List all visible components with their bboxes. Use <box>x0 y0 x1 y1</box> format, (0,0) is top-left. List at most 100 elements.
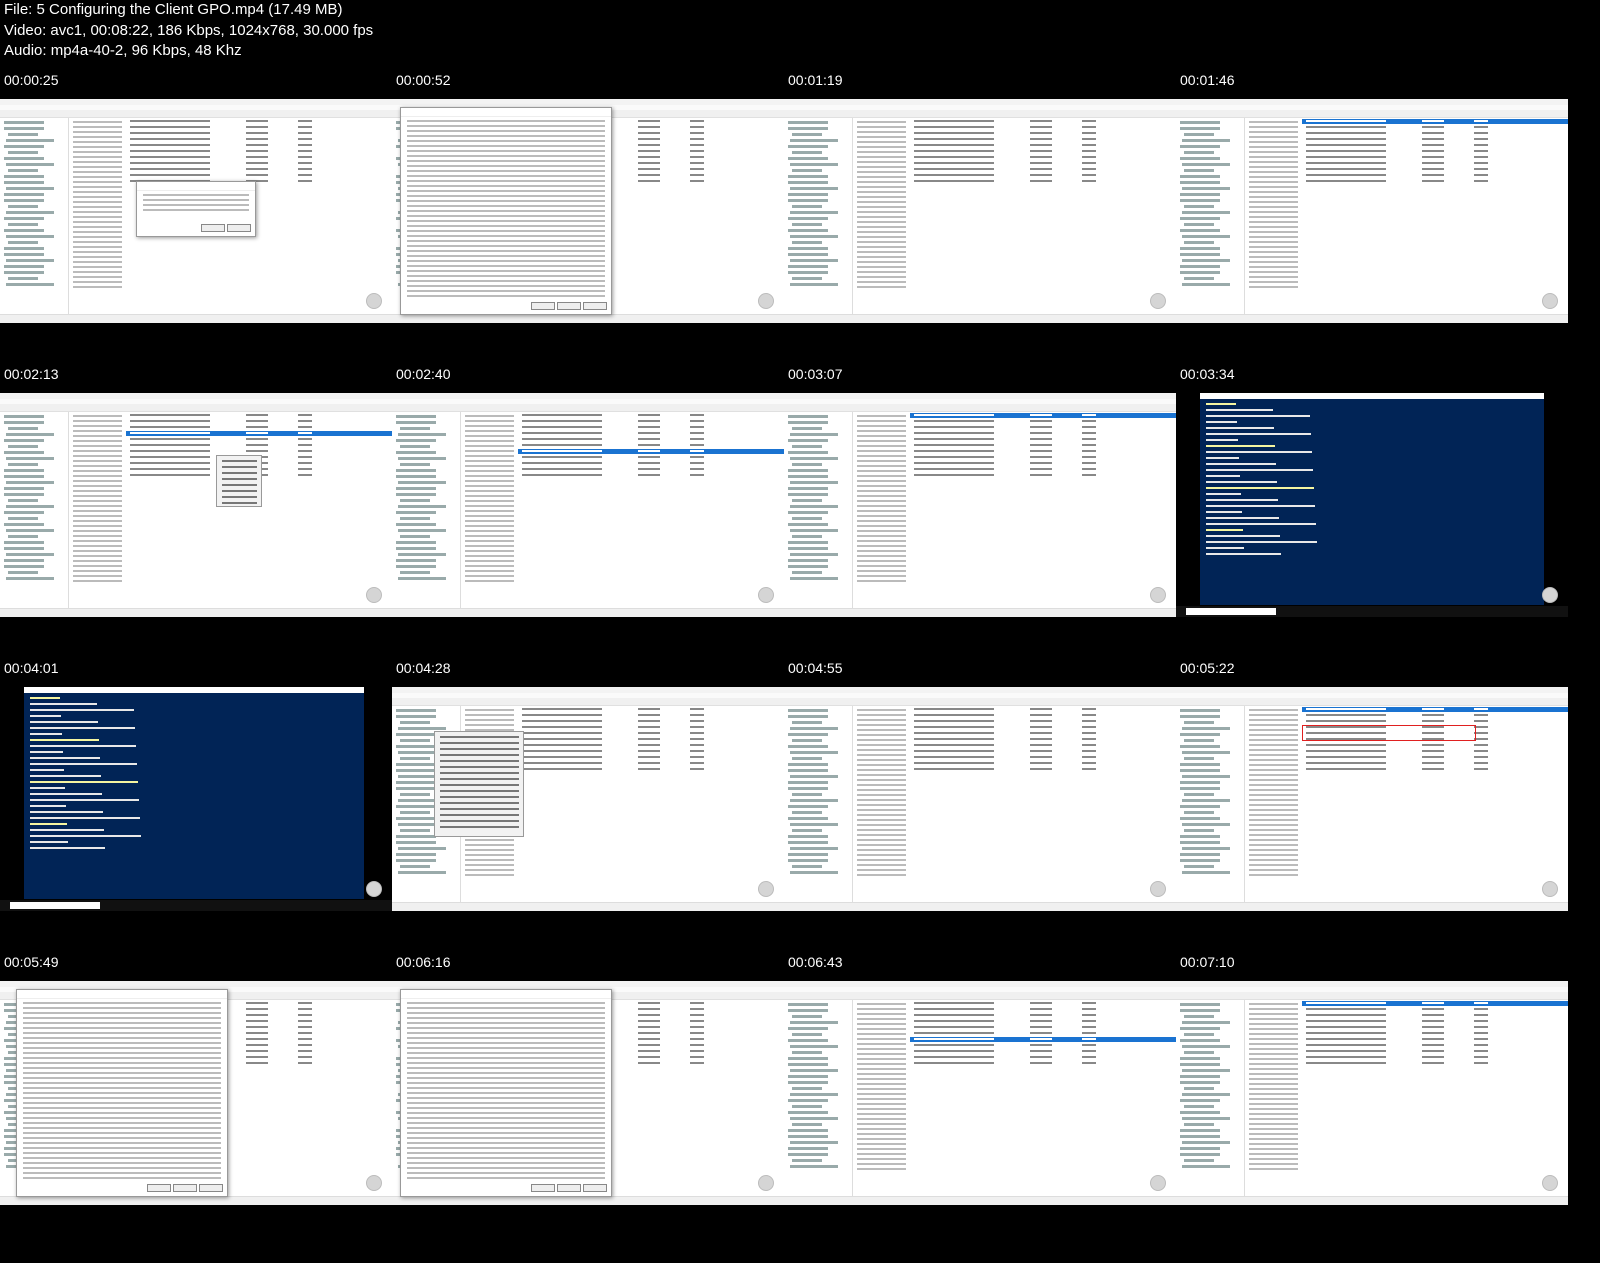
settings-row[interactable] <box>518 443 784 448</box>
settings-row[interactable] <box>910 1001 1176 1006</box>
apply-button[interactable] <box>199 1184 223 1192</box>
navigation-tree[interactable] <box>1176 1000 1245 1197</box>
settings-row[interactable] <box>1302 755 1568 760</box>
settings-row[interactable] <box>518 713 784 718</box>
settings-row[interactable] <box>910 419 1176 424</box>
settings-row[interactable] <box>910 119 1176 124</box>
ok-button[interactable] <box>531 1184 555 1192</box>
powershell-window[interactable] <box>24 687 364 899</box>
settings-row[interactable] <box>910 455 1176 460</box>
settings-row[interactable] <box>910 467 1176 472</box>
settings-row[interactable] <box>910 173 1176 178</box>
settings-list[interactable] <box>910 1000 1176 1197</box>
settings-row[interactable] <box>1302 143 1568 148</box>
settings-row[interactable] <box>518 761 784 766</box>
navigation-tree[interactable] <box>0 412 69 609</box>
settings-row[interactable] <box>1302 1019 1568 1024</box>
settings-row[interactable] <box>910 1049 1176 1054</box>
settings-row[interactable] <box>518 767 784 772</box>
settings-row[interactable] <box>1302 707 1568 712</box>
toolbar[interactable] <box>0 110 392 118</box>
settings-row[interactable] <box>910 437 1176 442</box>
cancel-button[interactable] <box>173 1184 197 1192</box>
settings-row[interactable] <box>910 155 1176 160</box>
settings-row[interactable] <box>518 449 784 454</box>
settings-row[interactable] <box>910 737 1176 742</box>
taskbar[interactable] <box>1176 606 1568 617</box>
toolbar[interactable] <box>0 404 392 412</box>
settings-row[interactable] <box>126 161 392 166</box>
navigation-tree[interactable] <box>784 1000 853 1197</box>
settings-row[interactable] <box>1302 1025 1568 1030</box>
navigation-tree[interactable] <box>1176 706 1245 903</box>
settings-row[interactable] <box>1302 149 1568 154</box>
settings-row[interactable] <box>1302 1013 1568 1018</box>
settings-row[interactable] <box>910 143 1176 148</box>
settings-row[interactable] <box>910 755 1176 760</box>
settings-row[interactable] <box>910 1019 1176 1024</box>
context-menu[interactable] <box>434 731 524 837</box>
context-menu[interactable] <box>216 455 262 507</box>
settings-row[interactable] <box>910 131 1176 136</box>
settings-row[interactable] <box>1302 1007 1568 1012</box>
settings-row[interactable] <box>910 761 1176 766</box>
settings-row[interactable] <box>910 413 1176 418</box>
settings-row[interactable] <box>518 749 784 754</box>
settings-row[interactable] <box>126 167 392 172</box>
settings-row[interactable] <box>1302 173 1568 178</box>
settings-row[interactable] <box>126 425 392 430</box>
settings-row[interactable] <box>1302 1037 1568 1042</box>
settings-row[interactable] <box>1302 131 1568 136</box>
cancel-button[interactable] <box>227 224 251 232</box>
powershell-window[interactable] <box>1200 393 1544 605</box>
settings-row[interactable] <box>910 137 1176 142</box>
settings-row[interactable] <box>518 467 784 472</box>
settings-row[interactable] <box>518 473 784 478</box>
toolbar[interactable] <box>392 404 784 412</box>
settings-list[interactable] <box>910 118 1176 315</box>
settings-row[interactable] <box>910 743 1176 748</box>
settings-row[interactable] <box>910 1007 1176 1012</box>
settings-row[interactable] <box>910 425 1176 430</box>
settings-row[interactable] <box>1302 743 1568 748</box>
settings-row[interactable] <box>126 143 392 148</box>
toolbar[interactable] <box>1176 698 1568 706</box>
settings-list[interactable] <box>1302 118 1568 315</box>
settings-row[interactable] <box>910 179 1176 184</box>
settings-row[interactable] <box>910 1055 1176 1060</box>
settings-row[interactable] <box>910 1031 1176 1036</box>
settings-row[interactable] <box>1302 167 1568 172</box>
settings-row[interactable] <box>518 725 784 730</box>
settings-row[interactable] <box>518 743 784 748</box>
toolbar[interactable] <box>1176 992 1568 1000</box>
settings-row[interactable] <box>910 1043 1176 1048</box>
settings-row[interactable] <box>1302 749 1568 754</box>
settings-row[interactable] <box>910 431 1176 436</box>
policy-setting-dialog[interactable] <box>400 107 612 315</box>
settings-row[interactable] <box>910 1037 1176 1042</box>
settings-row[interactable] <box>1302 767 1568 772</box>
settings-row[interactable] <box>518 461 784 466</box>
settings-list[interactable] <box>126 412 392 609</box>
settings-row[interactable] <box>126 125 392 130</box>
settings-row[interactable] <box>1302 1055 1568 1060</box>
settings-list[interactable] <box>910 706 1176 903</box>
settings-row[interactable] <box>1302 137 1568 142</box>
settings-list[interactable] <box>518 412 784 609</box>
settings-row[interactable] <box>126 119 392 124</box>
settings-row[interactable] <box>126 449 392 454</box>
settings-row[interactable] <box>518 413 784 418</box>
settings-row[interactable] <box>518 437 784 442</box>
settings-row[interactable] <box>518 755 784 760</box>
toolbar[interactable] <box>784 404 1176 412</box>
ok-button[interactable] <box>201 224 225 232</box>
settings-row[interactable] <box>518 737 784 742</box>
toolbar[interactable] <box>784 992 1176 1000</box>
settings-list[interactable] <box>910 412 1176 609</box>
settings-row[interactable] <box>518 707 784 712</box>
navigation-tree[interactable] <box>392 412 461 609</box>
policy-setting-dialog[interactable] <box>400 989 612 1197</box>
navigation-tree[interactable] <box>784 118 853 315</box>
toolbar[interactable] <box>392 698 784 706</box>
ok-button[interactable] <box>531 302 555 310</box>
